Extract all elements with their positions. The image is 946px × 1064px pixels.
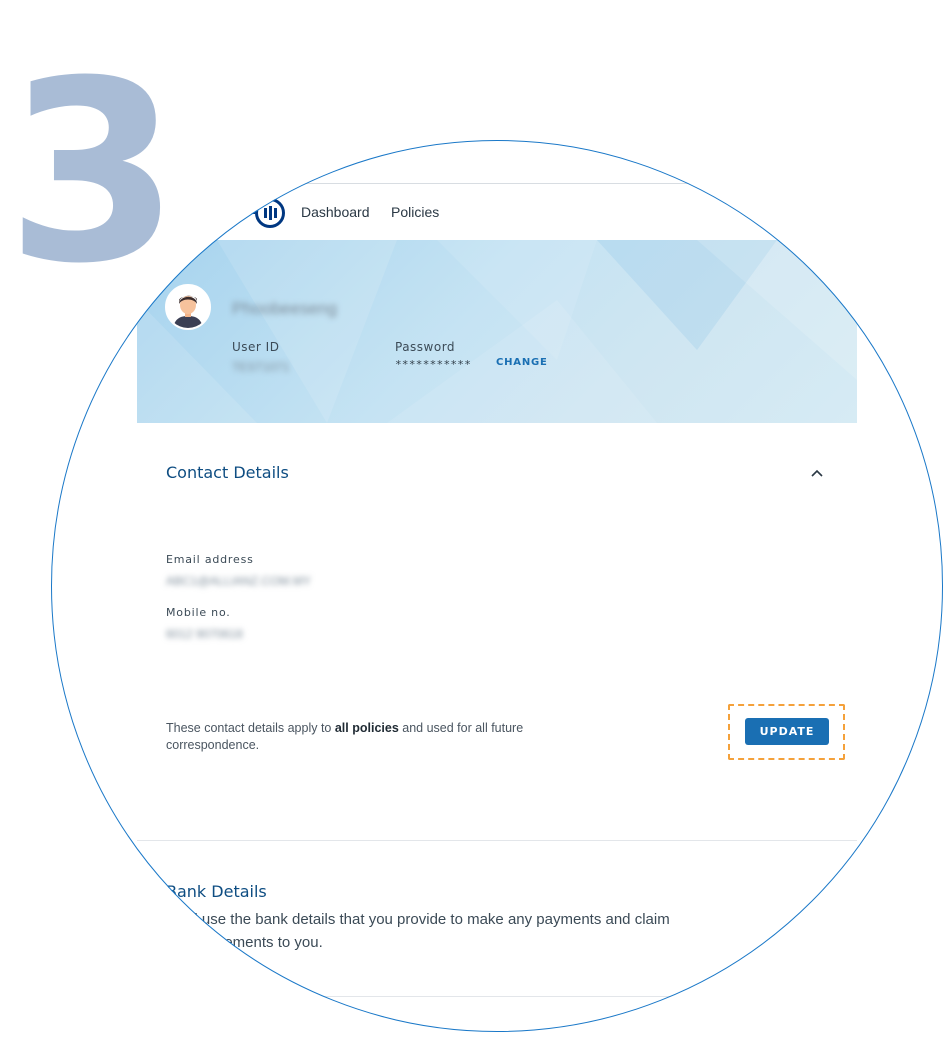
profile-name: Phoobeeseng <box>232 299 337 318</box>
user-id-label: User ID <box>232 340 280 354</box>
contact-note-bold: all policies <box>334 721 399 735</box>
change-password-link[interactable]: CHANGE <box>496 357 548 368</box>
bank-details-title[interactable]: Bank Details <box>166 882 267 901</box>
allianz-logo-icon[interactable] <box>255 198 285 228</box>
section-divider <box>137 840 857 841</box>
profile-banner <box>137 240 857 423</box>
password-value: *********** <box>395 358 472 371</box>
bank-details-description: We'll use the bank details that you prov… <box>166 911 670 951</box>
contact-note: These contact details apply to all polic… <box>166 721 524 752</box>
nav-dashboard-link[interactable]: Dashboard <box>301 204 370 220</box>
magnifier-lens: Dashboard Policies Phoobeeseng User ID T… <box>51 140 943 1032</box>
banner-pattern <box>137 240 857 423</box>
nav-policies-link[interactable]: Policies <box>391 204 439 220</box>
email-value: ABC1@ALLIANZ.COM.MY <box>166 574 311 588</box>
bottom-divider <box>137 996 857 997</box>
update-button[interactable]: UPDATE <box>745 718 829 745</box>
user-avatar-icon <box>165 284 211 330</box>
mobile-label: Mobile no. <box>166 606 231 619</box>
password-label: Password <box>395 340 456 354</box>
chevron-up-icon[interactable] <box>810 466 824 480</box>
logo-dash <box>245 212 255 214</box>
email-label: Email address <box>166 553 254 566</box>
mobile-value: 6012 9070618 <box>166 627 243 641</box>
user-id-value: TEST1071 <box>232 360 290 374</box>
contact-details-title: Contact Details <box>166 463 289 482</box>
